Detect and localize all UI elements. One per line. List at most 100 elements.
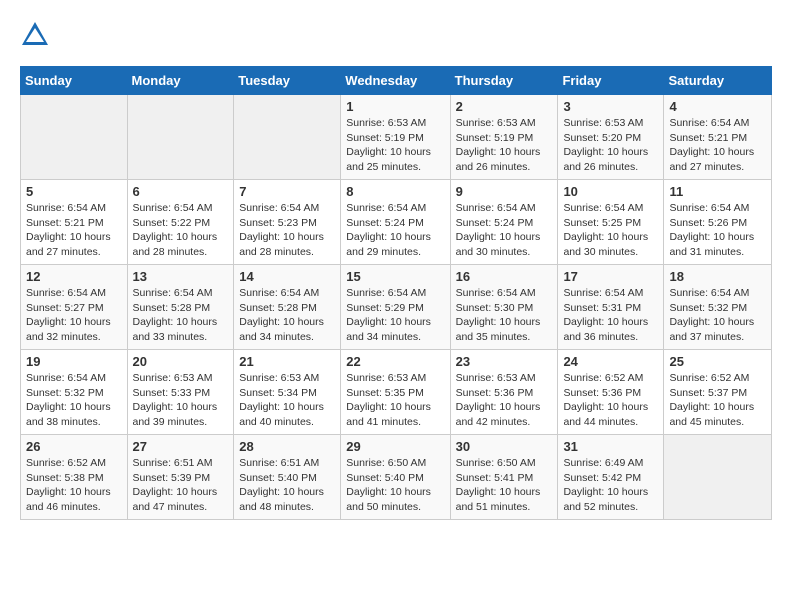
- day-number: 1: [346, 99, 444, 114]
- header-cell-sunday: Sunday: [21, 67, 128, 95]
- day-cell: 2 Sunrise: 6:53 AM Sunset: 5:19 PM Daylig…: [450, 95, 558, 180]
- header-cell-wednesday: Wednesday: [341, 67, 450, 95]
- day-info: Sunrise: 6:53 AM Sunset: 5:33 PM Dayligh…: [133, 371, 229, 430]
- day-cell: 12 Sunrise: 6:54 AM Sunset: 5:27 PM Dayli…: [21, 265, 128, 350]
- day-number: 9: [456, 184, 553, 199]
- day-cell: 21 Sunrise: 6:53 AM Sunset: 5:34 PM Dayli…: [234, 350, 341, 435]
- day-info: Sunrise: 6:54 AM Sunset: 5:27 PM Dayligh…: [26, 286, 122, 345]
- day-cell: 28 Sunrise: 6:51 AM Sunset: 5:40 PM Dayli…: [234, 435, 341, 520]
- day-cell: 7 Sunrise: 6:54 AM Sunset: 5:23 PM Daylig…: [234, 180, 341, 265]
- day-number: 17: [563, 269, 658, 284]
- day-cell: 1 Sunrise: 6:53 AM Sunset: 5:19 PM Daylig…: [341, 95, 450, 180]
- day-number: 19: [26, 354, 122, 369]
- day-cell: 16 Sunrise: 6:54 AM Sunset: 5:30 PM Dayli…: [450, 265, 558, 350]
- day-cell: 18 Sunrise: 6:54 AM Sunset: 5:32 PM Dayli…: [664, 265, 772, 350]
- day-number: 4: [669, 99, 766, 114]
- day-cell: 20 Sunrise: 6:53 AM Sunset: 5:33 PM Dayli…: [127, 350, 234, 435]
- calendar-body: 1 Sunrise: 6:53 AM Sunset: 5:19 PM Daylig…: [21, 95, 772, 520]
- day-info: Sunrise: 6:53 AM Sunset: 5:34 PM Dayligh…: [239, 371, 335, 430]
- day-number: 23: [456, 354, 553, 369]
- week-row-2: 5 Sunrise: 6:54 AM Sunset: 5:21 PM Daylig…: [21, 180, 772, 265]
- day-number: 31: [563, 439, 658, 454]
- day-number: 2: [456, 99, 553, 114]
- day-number: 18: [669, 269, 766, 284]
- day-cell: 17 Sunrise: 6:54 AM Sunset: 5:31 PM Dayli…: [558, 265, 664, 350]
- day-cell: 30 Sunrise: 6:50 AM Sunset: 5:41 PM Dayli…: [450, 435, 558, 520]
- day-number: 30: [456, 439, 553, 454]
- day-number: 28: [239, 439, 335, 454]
- page-header: [20, 20, 772, 50]
- day-info: Sunrise: 6:53 AM Sunset: 5:36 PM Dayligh…: [456, 371, 553, 430]
- day-number: 8: [346, 184, 444, 199]
- day-cell: 22 Sunrise: 6:53 AM Sunset: 5:35 PM Dayli…: [341, 350, 450, 435]
- day-info: Sunrise: 6:50 AM Sunset: 5:41 PM Dayligh…: [456, 456, 553, 515]
- day-cell: 10Sunrise: 6:54 AM Sunset: 5:25 PM Dayli…: [558, 180, 664, 265]
- day-cell: 26 Sunrise: 6:52 AM Sunset: 5:38 PM Dayli…: [21, 435, 128, 520]
- day-cell: 29 Sunrise: 6:50 AM Sunset: 5:40 PM Dayli…: [341, 435, 450, 520]
- day-cell: 9 Sunrise: 6:54 AM Sunset: 5:24 PM Daylig…: [450, 180, 558, 265]
- day-info: Sunrise: 6:50 AM Sunset: 5:40 PM Dayligh…: [346, 456, 444, 515]
- day-number: 25: [669, 354, 766, 369]
- day-cell: 5 Sunrise: 6:54 AM Sunset: 5:21 PM Daylig…: [21, 180, 128, 265]
- day-number: 5: [26, 184, 122, 199]
- day-info: Sunrise: 6:54 AM Sunset: 5:32 PM Dayligh…: [669, 286, 766, 345]
- day-number: 24: [563, 354, 658, 369]
- day-info: Sunrise: 6:53 AM Sunset: 5:19 PM Dayligh…: [456, 116, 553, 175]
- day-number: 21: [239, 354, 335, 369]
- day-info: Sunrise: 6:51 AM Sunset: 5:40 PM Dayligh…: [239, 456, 335, 515]
- header-cell-saturday: Saturday: [664, 67, 772, 95]
- calendar-table: SundayMondayTuesdayWednesdayThursdayFrid…: [20, 66, 772, 520]
- day-cell: 19Sunrise: 6:54 AM Sunset: 5:32 PM Dayli…: [21, 350, 128, 435]
- day-info: Sunrise: 6:54 AM Sunset: 5:28 PM Dayligh…: [133, 286, 229, 345]
- day-cell: [127, 95, 234, 180]
- header-cell-monday: Monday: [127, 67, 234, 95]
- day-info: Sunrise: 6:54 AM Sunset: 5:30 PM Dayligh…: [456, 286, 553, 345]
- day-info: Sunrise: 6:49 AM Sunset: 5:42 PM Dayligh…: [563, 456, 658, 515]
- day-number: 15: [346, 269, 444, 284]
- day-info: Sunrise: 6:52 AM Sunset: 5:38 PM Dayligh…: [26, 456, 122, 515]
- day-info: Sunrise: 6:54 AM Sunset: 5:23 PM Dayligh…: [239, 201, 335, 260]
- day-info: Sunrise: 6:53 AM Sunset: 5:19 PM Dayligh…: [346, 116, 444, 175]
- day-cell: 6Sunrise: 6:54 AM Sunset: 5:22 PM Daylig…: [127, 180, 234, 265]
- week-row-4: 19Sunrise: 6:54 AM Sunset: 5:32 PM Dayli…: [21, 350, 772, 435]
- day-number: 22: [346, 354, 444, 369]
- day-cell: 15 Sunrise: 6:54 AM Sunset: 5:29 PM Dayli…: [341, 265, 450, 350]
- logo: [20, 20, 54, 50]
- day-info: Sunrise: 6:54 AM Sunset: 5:24 PM Dayligh…: [456, 201, 553, 260]
- day-info: Sunrise: 6:51 AM Sunset: 5:39 PM Dayligh…: [133, 456, 229, 515]
- day-cell: 24Sunrise: 6:52 AM Sunset: 5:36 PM Dayli…: [558, 350, 664, 435]
- header-cell-friday: Friday: [558, 67, 664, 95]
- day-info: Sunrise: 6:54 AM Sunset: 5:26 PM Dayligh…: [669, 201, 766, 260]
- day-cell: 25 Sunrise: 6:52 AM Sunset: 5:37 PM Dayli…: [664, 350, 772, 435]
- day-info: Sunrise: 6:52 AM Sunset: 5:37 PM Dayligh…: [669, 371, 766, 430]
- day-number: 20: [133, 354, 229, 369]
- day-cell: 4 Sunrise: 6:54 AM Sunset: 5:21 PM Daylig…: [664, 95, 772, 180]
- day-number: 16: [456, 269, 553, 284]
- day-info: Sunrise: 6:54 AM Sunset: 5:21 PM Dayligh…: [669, 116, 766, 175]
- day-number: 6: [133, 184, 229, 199]
- day-number: 29: [346, 439, 444, 454]
- day-info: Sunrise: 6:53 AM Sunset: 5:35 PM Dayligh…: [346, 371, 444, 430]
- header-row: SundayMondayTuesdayWednesdayThursdayFrid…: [21, 67, 772, 95]
- day-cell: 8Sunrise: 6:54 AM Sunset: 5:24 PM Daylig…: [341, 180, 450, 265]
- day-cell: 31 Sunrise: 6:49 AM Sunset: 5:42 PM Dayli…: [558, 435, 664, 520]
- day-number: 10: [563, 184, 658, 199]
- day-info: Sunrise: 6:53 AM Sunset: 5:20 PM Dayligh…: [563, 116, 658, 175]
- day-number: 26: [26, 439, 122, 454]
- day-info: Sunrise: 6:54 AM Sunset: 5:29 PM Dayligh…: [346, 286, 444, 345]
- day-cell: 27 Sunrise: 6:51 AM Sunset: 5:39 PM Dayli…: [127, 435, 234, 520]
- week-row-5: 26 Sunrise: 6:52 AM Sunset: 5:38 PM Dayli…: [21, 435, 772, 520]
- day-cell: 13 Sunrise: 6:54 AM Sunset: 5:28 PM Dayli…: [127, 265, 234, 350]
- day-number: 12: [26, 269, 122, 284]
- day-info: Sunrise: 6:54 AM Sunset: 5:21 PM Dayligh…: [26, 201, 122, 260]
- day-cell: 14Sunrise: 6:54 AM Sunset: 5:28 PM Dayli…: [234, 265, 341, 350]
- week-row-3: 12 Sunrise: 6:54 AM Sunset: 5:27 PM Dayli…: [21, 265, 772, 350]
- day-cell: 11Sunrise: 6:54 AM Sunset: 5:26 PM Dayli…: [664, 180, 772, 265]
- day-number: 27: [133, 439, 229, 454]
- logo-icon: [20, 20, 50, 50]
- day-number: 13: [133, 269, 229, 284]
- day-info: Sunrise: 6:54 AM Sunset: 5:31 PM Dayligh…: [563, 286, 658, 345]
- day-number: 7: [239, 184, 335, 199]
- day-cell: [234, 95, 341, 180]
- header-cell-thursday: Thursday: [450, 67, 558, 95]
